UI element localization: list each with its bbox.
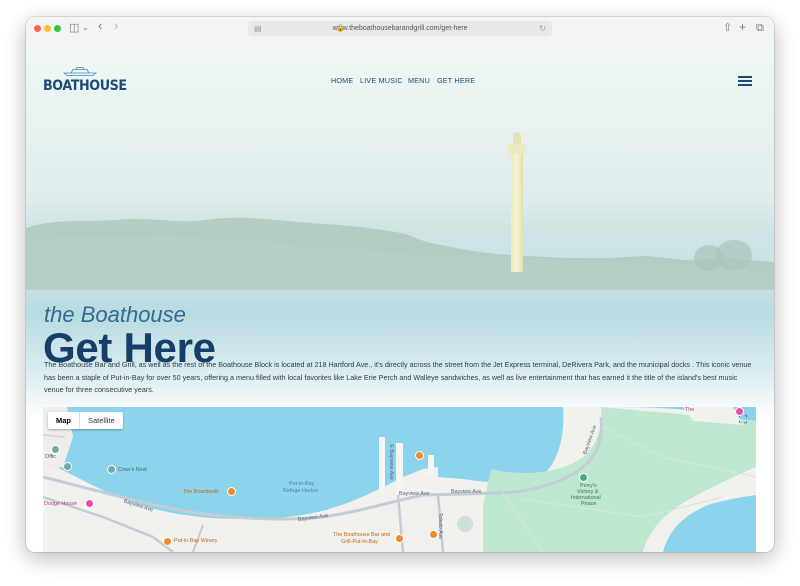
sidebar-toggle-icon[interactable]: ◫	[69, 21, 79, 35]
close-window-button[interactable]	[34, 25, 41, 32]
nav-home[interactable]: HOME	[331, 76, 353, 85]
zoom-window-button[interactable]	[54, 25, 61, 32]
map-type-map-button[interactable]: Map	[48, 412, 79, 429]
island-treeline	[26, 217, 774, 290]
perrys-monument	[508, 132, 526, 272]
map-pin[interactable]	[107, 465, 116, 474]
map-label-e-bayview-ave: E Bayview Ave	[387, 444, 394, 480]
map-label-boathouse-2: Grill-Put-In-Bay	[341, 539, 378, 545]
map-pin[interactable]	[429, 530, 438, 539]
map-label-harbor-1: Put-in-Bay	[289, 481, 315, 487]
hamburger-menu-icon[interactable]	[738, 76, 752, 86]
browser-window: ◫ ⌄ ‹ › ▤ 🔒 www.theboathousebarandgrill.…	[26, 17, 774, 552]
map-pin[interactable]	[227, 487, 236, 496]
new-tab-icon[interactable]: +	[739, 20, 746, 34]
share-icon[interactable]: ⇧	[723, 21, 732, 35]
map-label-edge: Offic	[45, 454, 56, 460]
minimize-window-button[interactable]	[44, 25, 51, 32]
nav-get-here[interactable]: GET HERE	[437, 76, 475, 85]
map-pin[interactable]	[735, 407, 744, 416]
map-pin[interactable]	[415, 451, 424, 460]
map-label-bayview-east-1: Bayview Ave	[399, 491, 430, 497]
logo-text: BOATHOUSE	[43, 78, 127, 94]
map-type-satellite-button[interactable]: Satellite	[80, 412, 123, 429]
nav-menu[interactable]: MENU	[408, 76, 430, 85]
map-label-crews-nest: Crew's Nest	[118, 467, 147, 473]
map-label-toledo-ave: Toledo Ave	[437, 512, 444, 540]
nav-live-music[interactable]: LIVE MUSIC	[360, 76, 403, 85]
map-label-perrys-4: Peace	[581, 501, 597, 507]
map-label-boardwalk: The Boardwalk	[183, 489, 219, 495]
map-tiles	[43, 407, 756, 552]
tree	[716, 240, 752, 270]
map-pin[interactable]	[163, 537, 172, 546]
description-paragraph: The Boathouse Bar and Grill, as well as …	[44, 360, 752, 394]
back-button[interactable]: ‹	[98, 19, 102, 33]
page-icon: ▤	[254, 24, 262, 33]
boathouse-location-pin[interactable]	[395, 534, 404, 543]
map-pin[interactable]	[85, 499, 94, 508]
map-pin[interactable]	[51, 445, 60, 454]
address-bar-url: www.theboathousebarandgrill.com/get-here	[332, 25, 468, 32]
lock-icon: 🔒	[336, 25, 345, 32]
map-label-top-right: The	[685, 407, 695, 413]
browser-toolbar: ◫ ⌄ ‹ › ▤ 🔒 www.theboathousebarandgrill.…	[26, 17, 774, 41]
map-label-bayview-east-2: Bayview Ave	[451, 489, 482, 495]
reload-icon[interactable]: ↻	[539, 21, 546, 36]
forward-button[interactable]: ›	[114, 19, 118, 33]
chevron-down-icon[interactable]: ⌄	[82, 21, 89, 35]
map-type-toggle[interactable]: Map Satellite	[48, 412, 123, 429]
address-bar[interactable]: ▤ 🔒 www.theboathousebarandgrill.com/get-…	[248, 21, 552, 36]
map-label-winery: Put-in-Bay Winery	[174, 538, 218, 544]
map-label-boathouse-1: The Boathouse Bar and	[333, 532, 390, 538]
google-map[interactable]: Map Satellite ⛶ Offic Crew's Nest The Boa…	[43, 407, 756, 552]
boat-logo-icon	[63, 67, 97, 76]
tab-overview-icon[interactable]: ⧉	[756, 21, 764, 35]
map-label-harbor-2: Refuge Harbor	[283, 488, 319, 494]
map-pin[interactable]	[579, 473, 588, 482]
site-logo[interactable]: BOATHOUSE	[43, 67, 127, 94]
map-pin[interactable]	[63, 462, 72, 471]
map-label-dodge-house: Dodge House	[44, 501, 77, 507]
